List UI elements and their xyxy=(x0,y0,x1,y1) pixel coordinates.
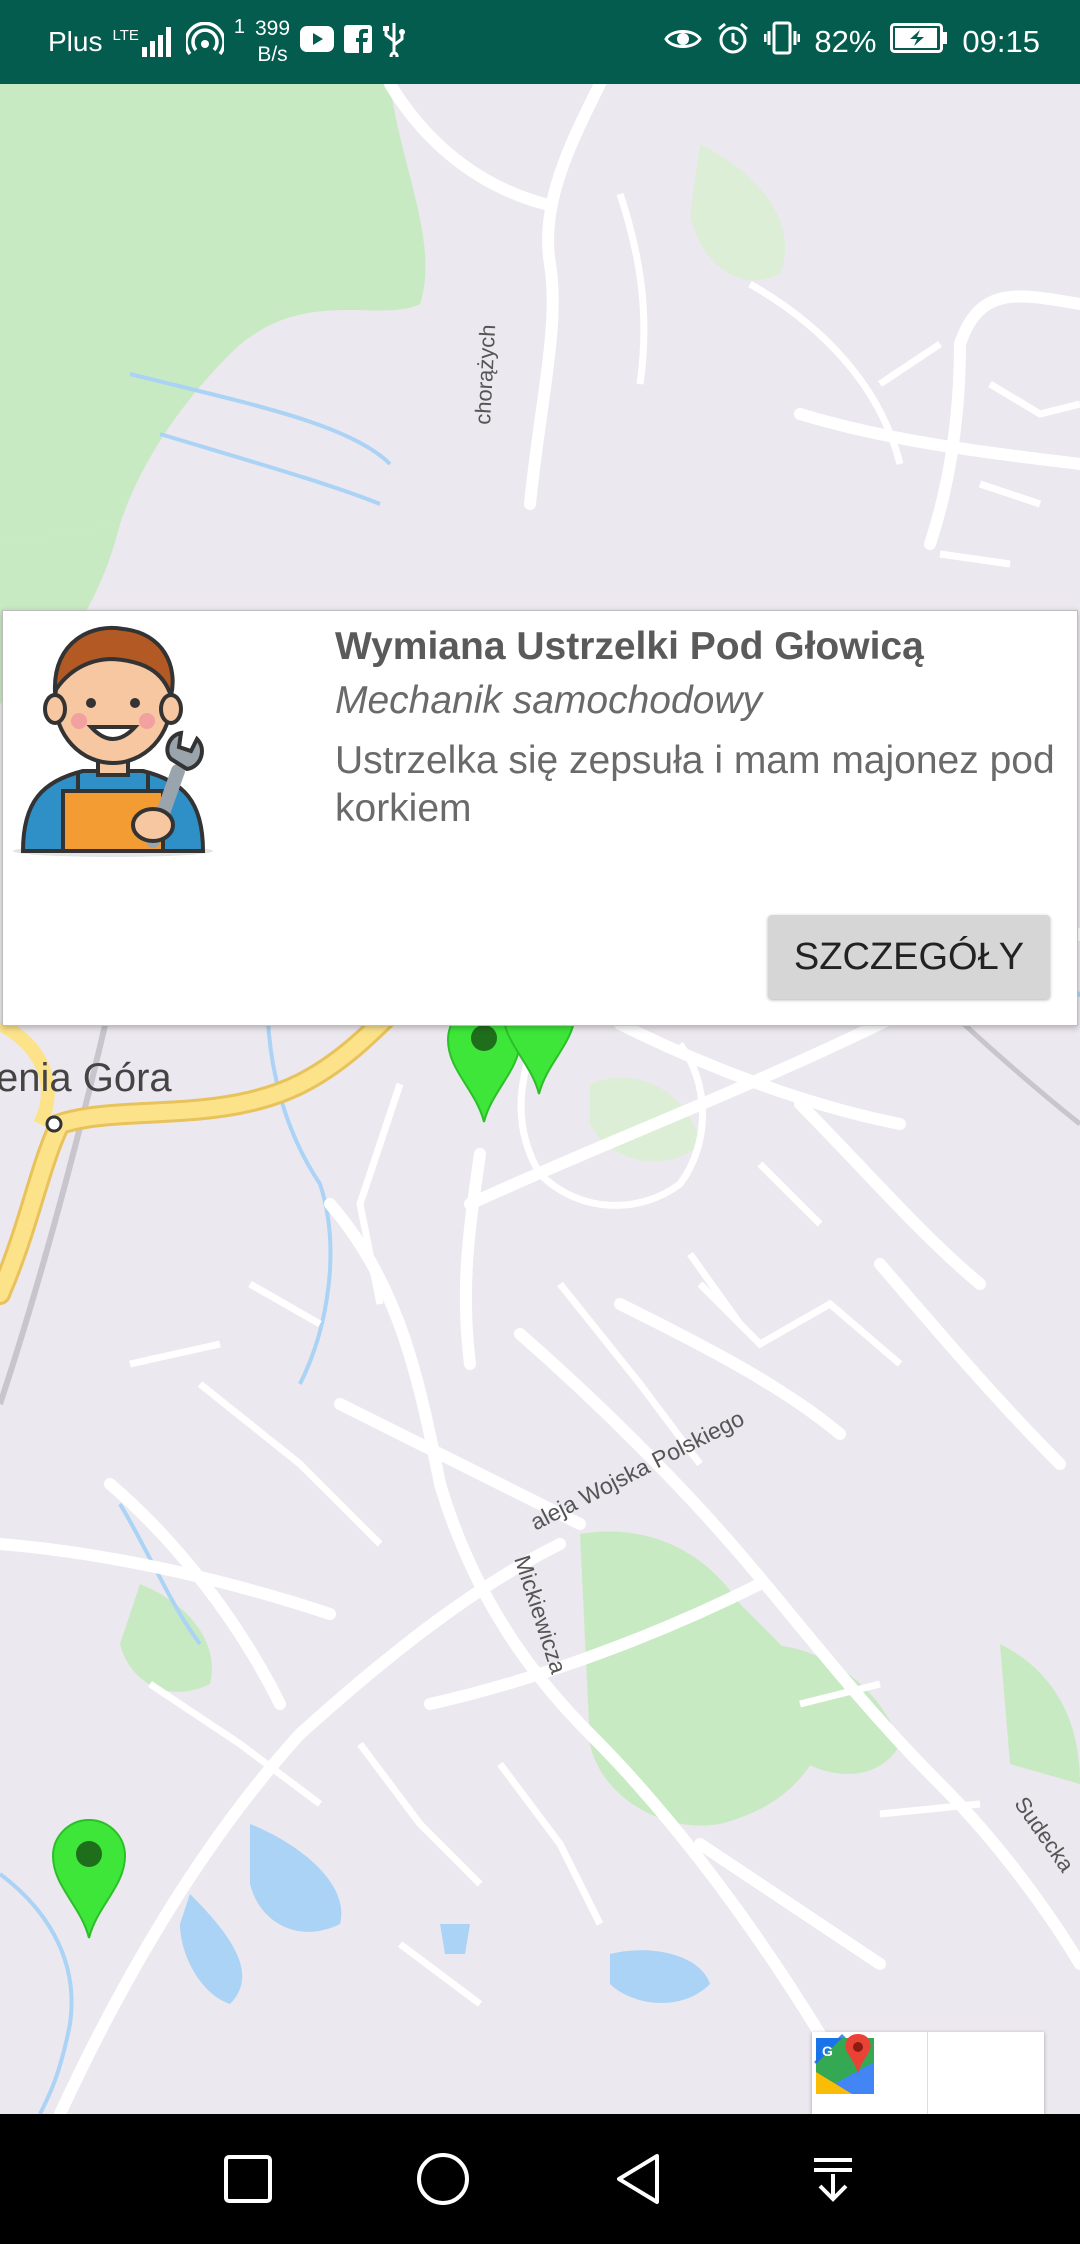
carrier-name: Plus xyxy=(48,26,103,57)
mechanic-avatar-icon xyxy=(13,626,213,857)
home-circle-icon xyxy=(416,2153,469,2205)
status-bar: Plus LTE 1 399 B/s 82% 09:15 xyxy=(0,0,1080,84)
map-toolbar: G xyxy=(812,2032,1044,2114)
youtube-icon xyxy=(300,25,335,59)
map-label-city: enia Góra xyxy=(0,1056,172,1100)
marker-info-window[interactable]: Wymiana Ustrzelki Pod Głowicą Mechanik s… xyxy=(2,610,1078,1026)
system-nav-bar xyxy=(0,2114,1080,2244)
svg-text:G: G xyxy=(822,2043,833,2059)
speed-unit: B/s xyxy=(257,43,288,66)
recents-square-icon xyxy=(223,2155,272,2203)
notification-count: 1 xyxy=(233,16,245,38)
clock-time: 09:15 xyxy=(962,24,1040,59)
recents-button[interactable] xyxy=(218,2149,278,2209)
map-marker-3[interactable] xyxy=(51,1816,127,1940)
info-window-pointer xyxy=(524,939,556,961)
battery-percent: 82% xyxy=(814,24,877,59)
google-maps-icon: G xyxy=(816,2034,874,2094)
facebook-icon xyxy=(344,24,373,60)
info-description: Ustrzelka się zepsuła i mam majonez pod … xyxy=(335,739,1055,830)
lte-signal-icon: LTE xyxy=(112,27,175,57)
open-in-maps-button[interactable]: G xyxy=(816,2032,1043,2114)
battery-charging-icon xyxy=(890,23,948,61)
alarm-icon xyxy=(716,21,750,63)
hotspot-icon xyxy=(184,21,226,63)
eye-comfort-icon xyxy=(664,24,703,60)
network-speed: 399 B/s xyxy=(255,16,290,68)
info-title: Wymiana Ustrzelki Pod Głowicą xyxy=(335,625,924,668)
info-category: Mechanik samochodowy xyxy=(335,679,763,722)
notification-pulldown-icon xyxy=(813,2158,852,2202)
home-button[interactable] xyxy=(413,2149,473,2209)
usb-icon xyxy=(382,21,406,64)
back-button[interactable] xyxy=(608,2149,668,2209)
vibrate-icon xyxy=(763,21,801,63)
speed-value: 399 xyxy=(255,17,291,40)
map-view[interactable]: enia Góra chorążych aleja Wojska Polskie… xyxy=(0,84,1080,2114)
map-label-chorazych: chorążych xyxy=(470,323,501,426)
details-button[interactable]: SZCZEGÓŁY xyxy=(768,915,1050,999)
notification-pulldown-button[interactable] xyxy=(803,2149,863,2209)
back-triangle-icon xyxy=(616,2154,659,2204)
network-type: LTE xyxy=(112,27,139,44)
